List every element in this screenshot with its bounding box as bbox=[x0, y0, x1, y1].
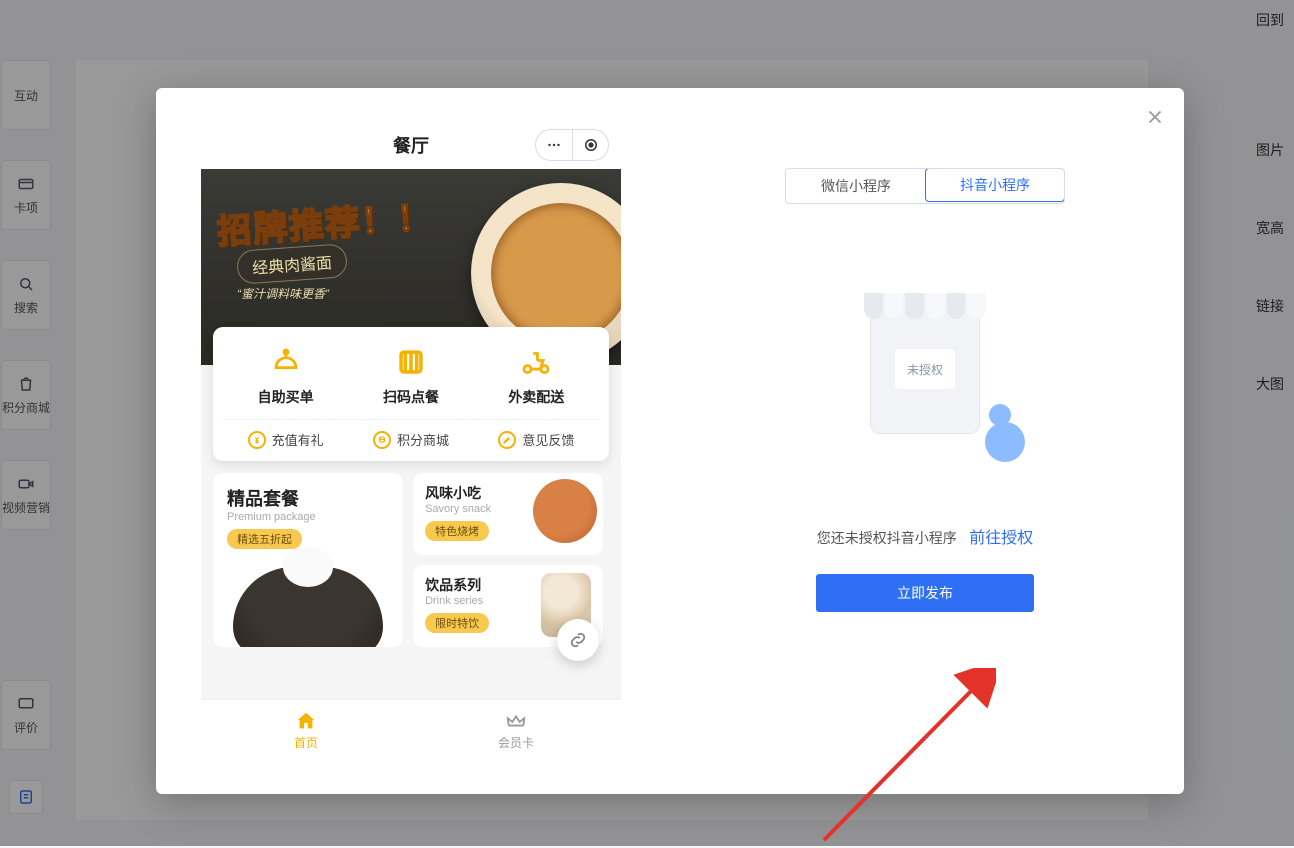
promo-snack[interactable]: 风味小吃 Savory snack 特色烧烤 bbox=[413, 473, 603, 555]
action-delivery[interactable]: 外卖配送 bbox=[474, 343, 599, 407]
phone-title: 餐厅 bbox=[393, 132, 429, 158]
promo-package[interactable]: 精品套餐 Premium package 精选五折起 bbox=[213, 473, 403, 647]
snack-icon bbox=[533, 479, 597, 543]
action-label: 外卖配送 bbox=[474, 387, 599, 407]
coins-icon bbox=[377, 435, 387, 445]
unauthorized-illustration: 未授权 bbox=[795, 284, 1055, 484]
home-icon bbox=[295, 710, 317, 732]
auth-link[interactable]: 前往授权 bbox=[969, 530, 1033, 547]
link-icon bbox=[567, 629, 589, 651]
target-icon bbox=[582, 136, 600, 154]
phone-preview: 餐厅 招牌推荐！！ 经典肉酱面 “蜜汁调料味更香” bbox=[201, 121, 621, 761]
bowl-icon bbox=[233, 567, 383, 647]
action-label: 积分商城 bbox=[397, 430, 449, 449]
action-scan-order[interactable]: 扫码点餐 bbox=[348, 343, 473, 407]
action-self-checkout[interactable]: 自助买单 bbox=[223, 343, 348, 407]
edit-icon bbox=[502, 435, 512, 445]
publish-button[interactable]: 立即发布 bbox=[816, 574, 1034, 612]
auth-message: 您还未授权抖音小程序 bbox=[817, 530, 957, 546]
publish-modal: 餐厅 招牌推荐！！ 经典肉酱面 “蜜汁调料味更香” bbox=[156, 88, 1184, 794]
person-icon bbox=[985, 422, 1025, 462]
promo-grid: 精品套餐 Premium package 精选五折起 风味小吃 Savory s… bbox=[213, 473, 609, 647]
action-points-mall[interactable]: 积分商城 bbox=[348, 430, 473, 449]
action-label: 充值有礼 bbox=[272, 430, 324, 449]
promo-title: 精品套餐 bbox=[227, 485, 389, 511]
promo-tag: 限时特饮 bbox=[425, 613, 489, 633]
action-label: 意见反馈 bbox=[522, 430, 574, 449]
crown-icon bbox=[505, 710, 527, 732]
promo-tag: 精选五折起 bbox=[227, 529, 302, 549]
dish-cover-icon bbox=[269, 345, 303, 379]
illustration-sign: 未授权 bbox=[895, 349, 955, 389]
action-label: 扫码点餐 bbox=[348, 387, 473, 407]
action-recharge[interactable]: 充值有礼 bbox=[223, 430, 348, 449]
qr-icon bbox=[394, 345, 428, 379]
more-icon bbox=[545, 136, 563, 154]
action-label: 自助买单 bbox=[223, 387, 348, 407]
tab-member[interactable]: 会员卡 bbox=[411, 700, 621, 761]
tab-wechat[interactable]: 微信小程序 bbox=[786, 169, 926, 203]
miniprogram-close-button[interactable] bbox=[572, 130, 608, 160]
platform-tabs: 微信小程序 抖音小程序 bbox=[785, 168, 1065, 204]
action-feedback[interactable]: 意见反馈 bbox=[474, 430, 599, 449]
hero-subtitle: 经典肉酱面 bbox=[236, 243, 348, 285]
fab-link-button[interactable] bbox=[557, 619, 599, 661]
promo-subtitle: Premium package bbox=[227, 511, 389, 523]
promo-tag: 特色烧烤 bbox=[425, 521, 489, 541]
miniprogram-controls bbox=[535, 129, 609, 161]
hero-caption: “蜜汁调料味更香” bbox=[237, 285, 329, 302]
tab-douyin[interactable]: 抖音小程序 bbox=[925, 168, 1065, 202]
publish-pane: 微信小程序 抖音小程序 未授权 您还未授权抖音小程序 前往授权 立即发布 bbox=[666, 88, 1184, 794]
tab-label: 首页 bbox=[294, 734, 318, 751]
tab-home[interactable]: 首页 bbox=[201, 700, 411, 761]
scooter-icon bbox=[519, 345, 553, 379]
phone-header: 餐厅 bbox=[201, 121, 621, 169]
yuan-icon bbox=[252, 435, 262, 445]
tab-label: 会员卡 bbox=[498, 734, 534, 751]
phone-tabbar: 首页 会员卡 bbox=[201, 699, 621, 761]
action-card: 自助买单 扫码点餐 外卖配送 充值有礼 bbox=[213, 327, 609, 461]
phone-preview-pane: 餐厅 招牌推荐！！ 经典肉酱面 “蜜汁调料味更香” bbox=[156, 88, 666, 794]
miniprogram-more-button[interactable] bbox=[536, 130, 572, 160]
